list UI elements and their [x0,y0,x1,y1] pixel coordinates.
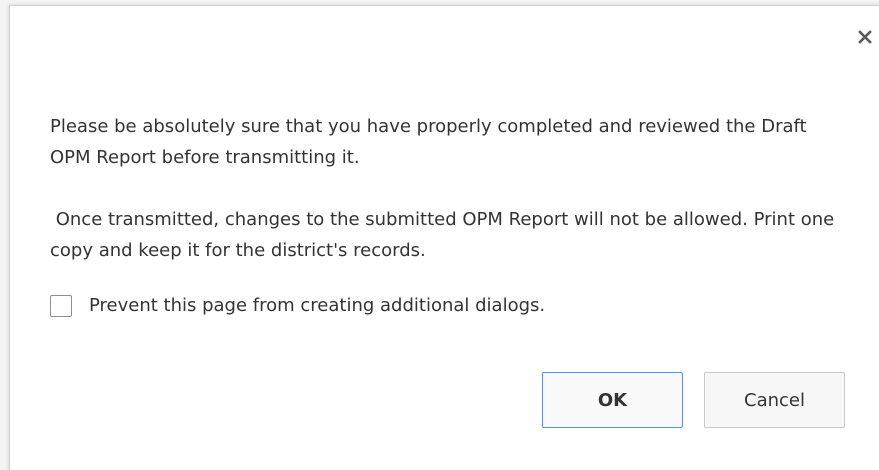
page: Please be absolutely sure that you have … [0,0,879,470]
cancel-button[interactable]: Cancel [704,372,845,428]
message-paragraph-1: Please be absolutely sure that you have … [50,116,813,168]
suppress-dialogs-label[interactable]: Prevent this page from creating addition… [89,293,545,319]
close-icon [858,30,872,44]
suppress-dialogs-row[interactable]: Prevent this page from creating addition… [50,293,545,319]
backdrop-left [0,0,9,470]
message-paragraph-2: Once transmitted, changes to the submitt… [50,209,840,261]
close-button[interactable] [855,27,875,47]
suppress-dialogs-checkbox[interactable] [50,295,72,317]
dialog-message: Please be absolutely sure that you have … [50,111,850,266]
confirm-dialog: Please be absolutely sure that you have … [9,5,879,470]
ok-button[interactable]: OK [542,372,683,428]
